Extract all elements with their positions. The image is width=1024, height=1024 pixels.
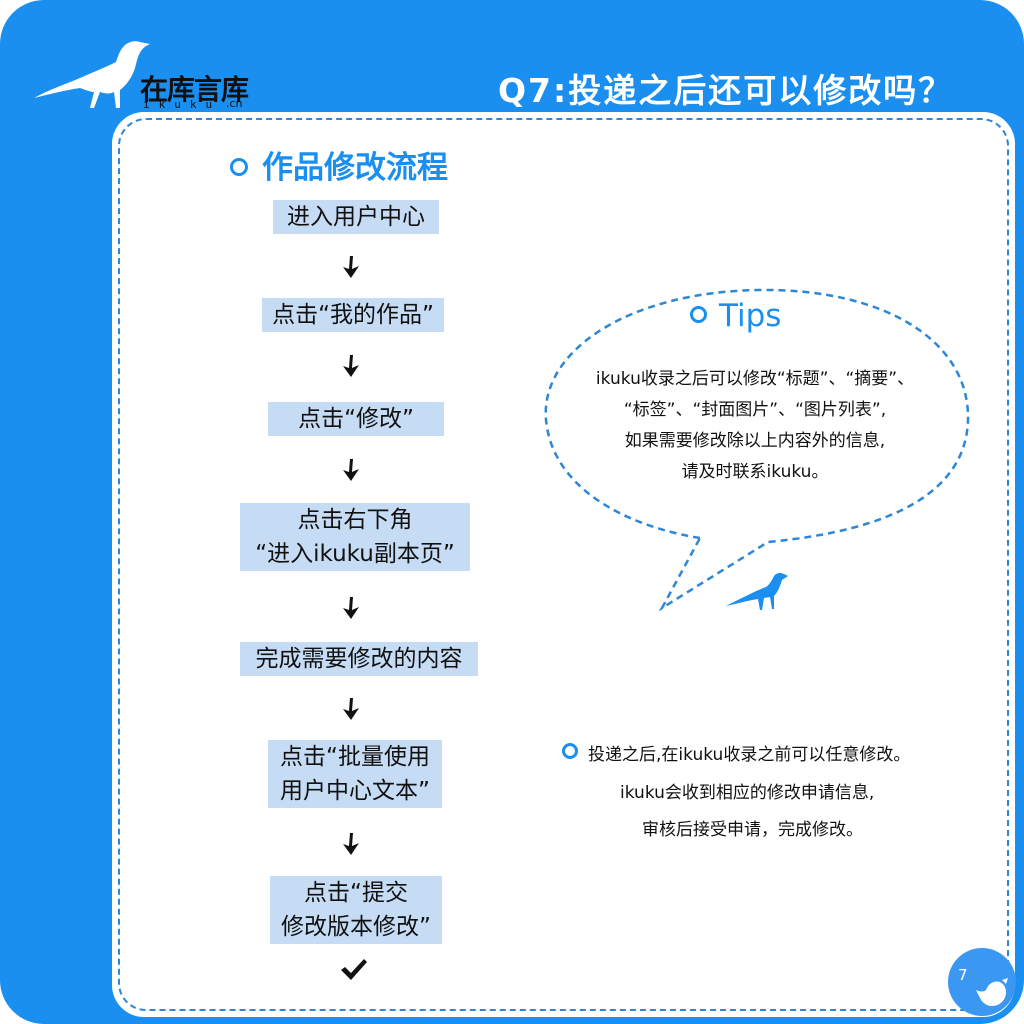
check-icon [341,959,367,980]
flow-step-line: 点击右下角 [297,507,413,533]
flow-step: 进入用户中心 [273,200,439,234]
flow-step: 点击“修改” [268,402,444,436]
flow-title-text: 作品修改流程 [262,150,448,186]
tips-line: 如果需要修改除以上内容外的信息, [624,431,886,451]
flow-step: 完成需要修改的内容 [240,642,478,676]
flow-step-line: 用户中心文本” [280,778,430,804]
flow-step-line: 点击“批量使用 [280,744,430,770]
flow-step-line: 进入用户中心 [287,204,425,230]
bird-icon [976,978,1008,1006]
ring-bullet-icon [690,306,707,323]
flow-step: 点击“批量使用 用户中心文本” [268,740,442,808]
flow-step-line: “进入ikuku副本页” [255,541,455,567]
down-arrow-icon [343,833,359,855]
tips-title-text: Tips [719,298,782,334]
ring-bullet-icon [230,157,248,176]
flow-step: 点击“我的作品” [262,298,444,332]
tips-line: “标签”、“封面图片”、“图片列表”, [623,400,887,420]
flow-step: 点击“提交 修改版本修改” [270,876,442,944]
flow-title: 作品修改流程 [230,142,448,187]
note-line: 投递之后,在ikuku收录之前可以任意修改。 [588,745,911,765]
note-line: 审核后接受申请，完成修改。 [642,820,863,840]
bird-icon [726,572,788,610]
flow-step-line: 点击“我的作品” [272,302,434,328]
flow-step: 点击右下角 “进入ikuku副本页” [240,503,470,571]
ring-bullet-icon [562,743,578,759]
down-arrow-icon [343,459,359,481]
question-title: Q7:投递之后还可以修改吗？ [498,71,954,110]
flow-step-line: 完成需要修改的内容 [255,646,463,672]
tips-line: 请及时联系ikuku。 [681,462,829,482]
flow-step-line: 点击“修改” [298,406,414,432]
down-arrow-icon [343,698,359,720]
logo-subtitle: ikuku [143,98,222,111]
page-number: 7 [958,966,968,984]
logo-subtitle-domain: .cn [226,97,243,110]
flow-step-line: 修改版本修改” [281,914,431,940]
down-arrow-icon [343,256,359,278]
flow-step-line: 点击“提交 [304,880,408,906]
note-line: ikuku会收到相应的修改申请信息, [620,783,875,803]
tips-line: ikuku收录之后可以修改“标题”、“摘要”、 [595,369,915,389]
down-arrow-icon [343,597,359,619]
tips-title: Tips [690,298,781,334]
down-arrow-icon [343,355,359,377]
